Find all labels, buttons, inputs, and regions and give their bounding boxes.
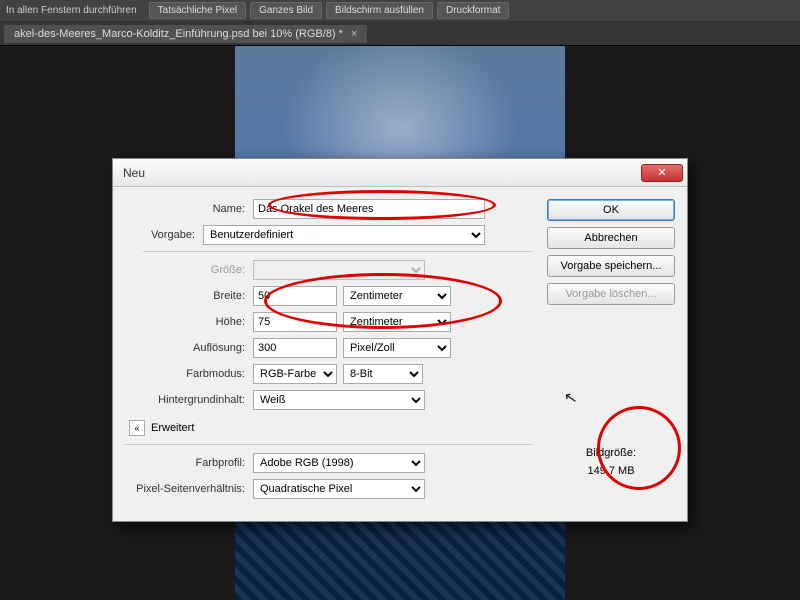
document-tab-title: akel-des-Meeres_Marco-Kolditz_Einführung… — [14, 28, 343, 40]
name-input[interactable] — [253, 199, 485, 219]
label-preset: Vorgabe: — [125, 229, 203, 241]
btn-print-size[interactable]: Druckformat — [437, 2, 509, 19]
label-pixelaspect: Pixel-Seitenverhältnis: — [125, 483, 253, 495]
dialog-buttons: OK Abbrechen Vorgabe speichern... Vorgab… — [547, 199, 675, 505]
height-unit-select[interactable]: Zentimeter — [343, 312, 451, 332]
btn-fit-screen[interactable]: Ganzes Bild — [250, 2, 322, 19]
label-height: Höhe: — [125, 316, 253, 328]
cancel-button[interactable]: Abbrechen — [547, 227, 675, 249]
colormode-select[interactable]: RGB-Farbe — [253, 364, 337, 384]
image-size-label: Bildgröße: — [547, 445, 675, 463]
image-size-value: 149,7 MB — [547, 463, 675, 481]
close-icon[interactable]: × — [351, 28, 357, 40]
dialog-form: Name: Vorgabe: Benutzerdefiniert Größe: … — [125, 199, 533, 505]
label-size: Größe: — [125, 264, 253, 276]
width-input[interactable] — [253, 286, 337, 306]
document-tabs: akel-des-Meeres_Marco-Kolditz_Einführung… — [0, 22, 800, 46]
bitdepth-select[interactable]: 8-Bit — [343, 364, 423, 384]
image-size-readout: Bildgröße: 149,7 MB — [547, 445, 675, 480]
dialog-title: Neu — [123, 166, 145, 180]
delete-preset-button: Vorgabe löschen... — [547, 283, 675, 305]
label-colorprofile: Farbprofil: — [125, 457, 253, 469]
label-colormode: Farbmodus: — [125, 368, 253, 380]
label-name: Name: — [125, 203, 253, 215]
preset-select[interactable]: Benutzerdefiniert — [203, 225, 485, 245]
chevron-up-icon: « — [129, 420, 145, 436]
advanced-toggle[interactable]: « Erweitert — [129, 420, 533, 436]
label-background: Hintergrundinhalt: — [125, 394, 253, 406]
label-resolution: Auflösung: — [125, 342, 253, 354]
resolution-input[interactable] — [253, 338, 337, 358]
width-unit-select[interactable]: Zentimeter — [343, 286, 451, 306]
document-tab-active[interactable]: akel-des-Meeres_Marco-Kolditz_Einführung… — [4, 25, 367, 43]
btn-actual-pixels[interactable]: Tatsächliche Pixel — [149, 2, 246, 19]
label-width: Breite: — [125, 290, 253, 302]
background-select[interactable]: Weiß — [253, 390, 425, 410]
pixelaspect-select[interactable]: Quadratische Pixel — [253, 479, 425, 499]
btn-fill-screen[interactable]: Bildschirm ausfüllen — [326, 2, 433, 19]
label-advanced: Erweitert — [151, 422, 194, 434]
options-label: In allen Fenstern durchführen — [6, 5, 137, 16]
new-document-dialog: Neu ✕ Name: Vorgabe: Benutzerdefiniert G… — [112, 158, 688, 522]
save-preset-button[interactable]: Vorgabe speichern... — [547, 255, 675, 277]
ok-button[interactable]: OK — [547, 199, 675, 221]
dialog-close-button[interactable]: ✕ — [641, 164, 683, 182]
close-icon: ✕ — [657, 166, 666, 179]
height-input[interactable] — [253, 312, 337, 332]
colorprofile-select[interactable]: Adobe RGB (1998) — [253, 453, 425, 473]
resolution-unit-select[interactable]: Pixel/Zoll — [343, 338, 451, 358]
options-bar: In allen Fenstern durchführen Tatsächlic… — [0, 0, 800, 22]
size-select — [253, 260, 425, 280]
dialog-titlebar[interactable]: Neu ✕ — [113, 159, 687, 187]
